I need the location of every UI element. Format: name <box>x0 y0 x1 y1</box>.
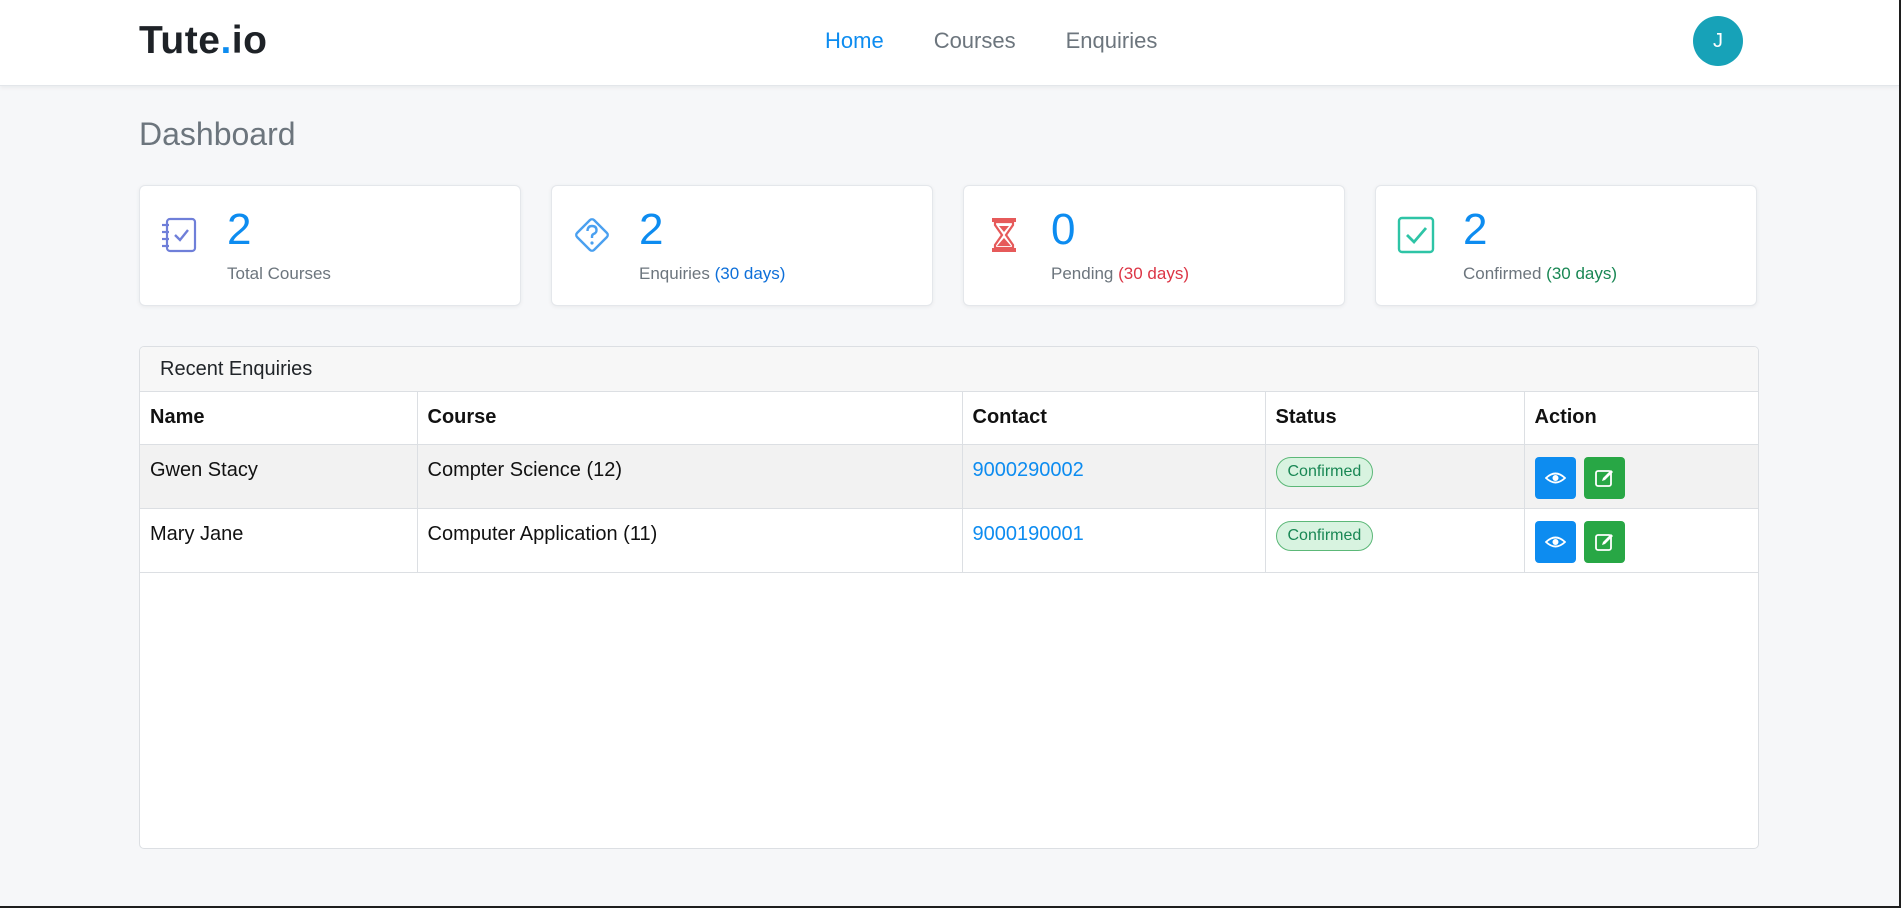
cell-status: Confirmed <box>1265 508 1525 573</box>
status-badge: Confirmed <box>1275 456 1374 487</box>
checklist-icon <box>162 217 197 253</box>
edit-icon <box>1594 469 1613 487</box>
nav-enquiries[interactable]: Enquiries <box>1066 28 1158 54</box>
col-course: Course <box>417 392 963 445</box>
stat-card-pending: 0 Pending (30 days) <box>963 185 1345 306</box>
cell-name: Mary Jane <box>140 508 418 573</box>
cell-action <box>1524 444 1758 509</box>
contact-link[interactable]: 9000290002 <box>962 444 1266 509</box>
edit-button[interactable] <box>1583 456 1625 499</box>
table-row: Gwen Stacy Compter Science (12) 90002900… <box>140 444 1758 509</box>
view-button[interactable] <box>1534 456 1576 499</box>
panel-title: Recent Enquiries <box>140 347 1758 392</box>
nav-home[interactable]: Home <box>825 28 884 54</box>
confirmed-value: 2 <box>1463 205 1488 254</box>
eye-icon <box>1544 536 1566 547</box>
brand-suffix: io <box>231 19 268 62</box>
col-action: Action <box>1524 392 1758 445</box>
question-diamond-icon <box>575 218 609 252</box>
pending-value: 0 <box>1051 205 1076 254</box>
status-badge: Confirmed <box>1275 520 1374 551</box>
stat-card-enquiries: 2 Enquiries (30 days) <box>551 185 933 306</box>
cell-course: Computer Application (11) <box>417 508 963 573</box>
col-contact: Contact <box>962 392 1266 445</box>
recent-enquiries-panel: Recent Enquiries Name Course Contact Sta… <box>139 346 1759 849</box>
cell-action <box>1524 508 1758 573</box>
view-button[interactable] <box>1534 520 1576 563</box>
brand-name: Tute <box>139 19 221 62</box>
eye-icon <box>1544 472 1566 483</box>
top-navbar: Tute.io Home Courses Enquiries J <box>0 0 1899 86</box>
col-name: Name <box>140 392 418 445</box>
confirmed-label: Confirmed (30 days) <box>1463 264 1618 283</box>
cell-name: Gwen Stacy <box>140 444 418 509</box>
edit-button[interactable] <box>1583 520 1625 563</box>
stat-card-confirmed: 2 Confirmed (30 days) <box>1375 185 1757 306</box>
cell-status: Confirmed <box>1265 444 1525 509</box>
enquiries-value: 2 <box>639 205 664 254</box>
edit-icon <box>1594 533 1613 551</box>
nav-links: Home Courses Enquiries <box>825 28 1207 54</box>
table-row: Mary Jane Computer Application (11) 9000… <box>140 508 1758 573</box>
brand-dot: . <box>220 19 232 62</box>
total-courses-label: Total Courses <box>227 264 331 283</box>
total-courses-value: 2 <box>227 205 252 254</box>
hourglass-icon <box>992 218 1016 252</box>
check-square-icon <box>1397 216 1435 254</box>
brand-logo[interactable]: Tute.io <box>139 19 267 63</box>
col-status: Status <box>1265 392 1525 445</box>
stat-card-total-courses: 2 Total Courses <box>139 185 521 306</box>
enquiries-label: Enquiries (30 days) <box>639 264 786 283</box>
user-avatar[interactable]: J <box>1693 16 1743 66</box>
enquiries-table: Name Course Contact Status Action Gwen S… <box>140 392 1758 573</box>
cell-course: Compter Science (12) <box>417 444 963 509</box>
table-header-row: Name Course Contact Status Action <box>140 392 1758 445</box>
contact-link[interactable]: 9000190001 <box>962 508 1266 573</box>
pending-label: Pending (30 days) <box>1051 264 1189 283</box>
page-title: Dashboard <box>139 116 296 152</box>
nav-courses[interactable]: Courses <box>934 28 1016 54</box>
